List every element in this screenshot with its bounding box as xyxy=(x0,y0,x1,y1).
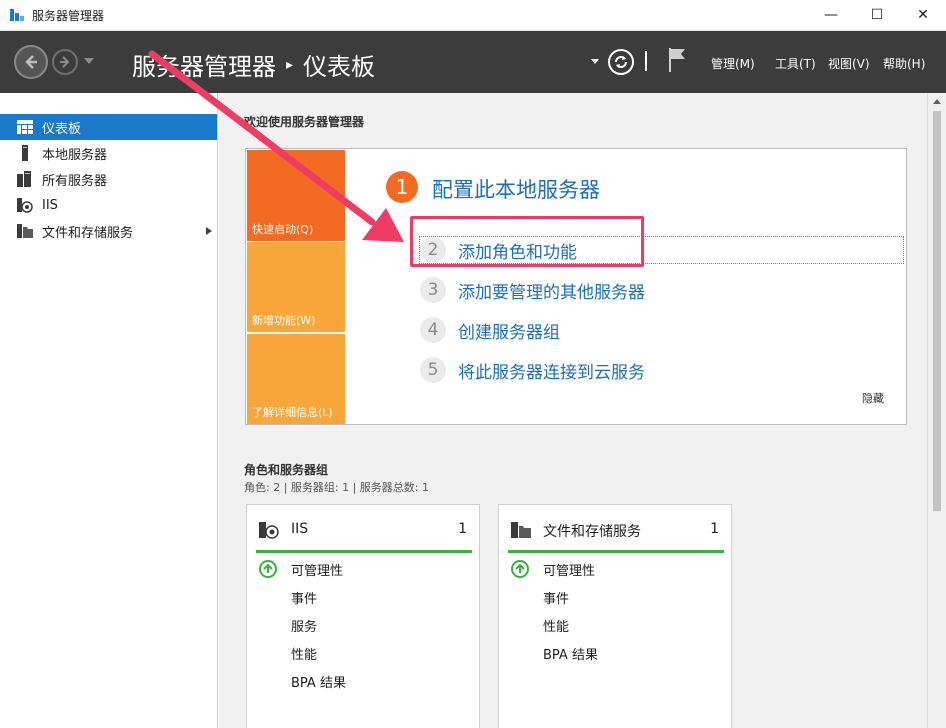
close-button[interactable]: ✕ xyxy=(900,0,946,30)
minimize-button[interactable]: — xyxy=(808,0,854,30)
tile-row-events[interactable]: 事件 xyxy=(543,588,569,607)
scroll-up-icon[interactable] xyxy=(933,99,941,104)
server-manager-window: 服务器管理器 — ☐ ✕ 服务器管理器 ▸ 仪表板 管理(M) 工具(T) 视图… xyxy=(0,0,946,728)
sidebar-item-iis[interactable]: IIS xyxy=(0,192,217,218)
step-badge: 3 xyxy=(420,277,446,303)
tile-quick-start[interactable]: 快速启动(Q) xyxy=(247,150,345,241)
role-tile-iis[interactable]: IIS 1 可管理性 事件 服务 性能 BPA 结果 xyxy=(246,504,480,728)
title-bar: 服务器管理器 — ☐ ✕ xyxy=(0,0,946,31)
roles-summary: 角色: 2 | 服务器组: 1 | 服务器总数: 1 xyxy=(244,481,430,494)
quick-start-panel: 快速启动(Q) 新增功能(W) 了解详细信息(L) 1 配置此本地服务器 2 添… xyxy=(245,148,907,425)
role-tile-file-storage[interactable]: 文件和存储服务 1 可管理性 事件 性能 BPA 结果 xyxy=(498,504,732,728)
status-ok-icon xyxy=(511,560,529,578)
history-dropdown-icon[interactable] xyxy=(84,58,94,64)
breadcrumb-page: 仪表板 xyxy=(303,53,376,81)
welcome-title: 欢迎使用服务器管理器 xyxy=(244,115,365,129)
file-storage-icon xyxy=(17,223,33,239)
sidebar-item-label: IIS xyxy=(42,197,58,213)
breadcrumb-root[interactable]: 服务器管理器 xyxy=(132,47,276,82)
notifications-flag-icon[interactable] xyxy=(667,47,687,73)
menu-help[interactable]: 帮助(H) xyxy=(883,55,925,72)
tile-whats-new[interactable]: 新增功能(W) xyxy=(247,242,345,332)
dashboard-content: 欢迎使用服务器管理器 快速启动(Q) 新增功能(W) 了解详细信息(L) 1 配… xyxy=(219,93,927,728)
tile-learn-more[interactable]: 了解详细信息(L) xyxy=(247,334,345,424)
configure-local-server-link[interactable]: 配置此本地服务器 xyxy=(432,174,600,204)
sidebar-item-label: 文件和存储服务 xyxy=(42,225,134,241)
server-manager-app-icon xyxy=(10,9,24,21)
tile-title: 文件和存储服务 xyxy=(543,524,641,540)
arrow-left-icon xyxy=(25,55,37,69)
refresh-icon xyxy=(615,56,627,68)
sidebar-item-file-storage[interactable]: 文件和存储服务 xyxy=(0,218,217,244)
add-other-servers-link[interactable]: 3 添加要管理的其他服务器 xyxy=(420,277,645,303)
vertical-scrollbar[interactable] xyxy=(927,93,946,728)
window-title: 服务器管理器 xyxy=(32,9,105,23)
tile-row-performance[interactable]: 性能 xyxy=(291,644,317,663)
task-label: 添加要管理的其他服务器 xyxy=(458,282,645,303)
task-label: 将此服务器连接到云服务 xyxy=(458,362,645,383)
maximize-button[interactable]: ☐ xyxy=(854,0,900,30)
status-bar xyxy=(508,550,724,553)
tile-row-events[interactable]: 事件 xyxy=(291,588,317,607)
forward-button[interactable] xyxy=(52,49,78,75)
breadcrumb: 服务器管理器 ▸ 仪表板 xyxy=(132,47,375,82)
chevron-right-icon[interactable] xyxy=(206,227,212,235)
server-icon xyxy=(17,145,33,161)
hide-welcome-link[interactable]: 隐藏 xyxy=(862,390,884,406)
tile-row-manageability[interactable]: 可管理性 xyxy=(543,560,595,579)
header-bar: 服务器管理器 ▸ 仪表板 管理(M) 工具(T) 视图(V) 帮助(H) xyxy=(0,31,946,93)
tile-count: 1 xyxy=(458,521,467,537)
annotation-highlight-box xyxy=(410,216,644,267)
tile-title: IIS xyxy=(291,521,309,537)
tile-row-manageability[interactable]: 可管理性 xyxy=(291,560,343,579)
tile-row-performance[interactable]: 性能 xyxy=(543,616,569,635)
sidebar-item-label: 本地服务器 xyxy=(42,147,108,163)
iis-icon xyxy=(17,197,33,213)
tile-row-bpa[interactable]: BPA 结果 xyxy=(543,644,598,663)
tile-count: 1 xyxy=(710,521,719,537)
task-label: 创建服务器组 xyxy=(458,322,560,343)
sidebar-item-dashboard[interactable]: 仪表板 xyxy=(0,114,217,140)
step-badge: 4 xyxy=(420,317,446,343)
menu-view[interactable]: 视图(V) xyxy=(828,55,870,72)
sidebar-item-all-servers[interactable]: 所有服务器 xyxy=(0,166,217,192)
sidebar-item-local-server[interactable]: 本地服务器 xyxy=(0,140,217,166)
header-divider xyxy=(645,51,647,71)
sidebar: 仪表板 本地服务器 所有服务器 IIS 文件和存储服务 xyxy=(0,93,218,728)
dashboard-icon xyxy=(17,119,33,135)
breadcrumb-dropdown-icon[interactable] xyxy=(591,59,599,64)
breadcrumb-separator-icon: ▸ xyxy=(286,56,294,73)
sidebar-item-label: 仪表板 xyxy=(42,121,82,137)
menu-tools[interactable]: 工具(T) xyxy=(775,55,816,72)
arrow-right-icon xyxy=(60,56,70,68)
status-bar xyxy=(256,550,472,553)
scroll-thumb[interactable] xyxy=(933,111,941,511)
tile-row-bpa[interactable]: BPA 结果 xyxy=(291,672,346,691)
create-server-group-link[interactable]: 4 创建服务器组 xyxy=(420,317,560,343)
status-ok-icon xyxy=(259,560,277,578)
step-1-badge: 1 xyxy=(386,171,418,203)
roles-section-title: 角色和服务器组 xyxy=(244,463,329,477)
servers-icon xyxy=(17,171,33,187)
menu-manage[interactable]: 管理(M) xyxy=(711,55,755,72)
refresh-button[interactable] xyxy=(608,49,634,75)
step-badge: 5 xyxy=(420,357,446,383)
back-button[interactable] xyxy=(14,45,48,79)
tile-row-services[interactable]: 服务 xyxy=(291,616,317,635)
connect-cloud-services-link[interactable]: 5 将此服务器连接到云服务 xyxy=(420,357,645,383)
iis-icon xyxy=(259,522,279,539)
sidebar-item-label: 所有服务器 xyxy=(42,173,108,189)
file-storage-icon xyxy=(511,522,531,538)
